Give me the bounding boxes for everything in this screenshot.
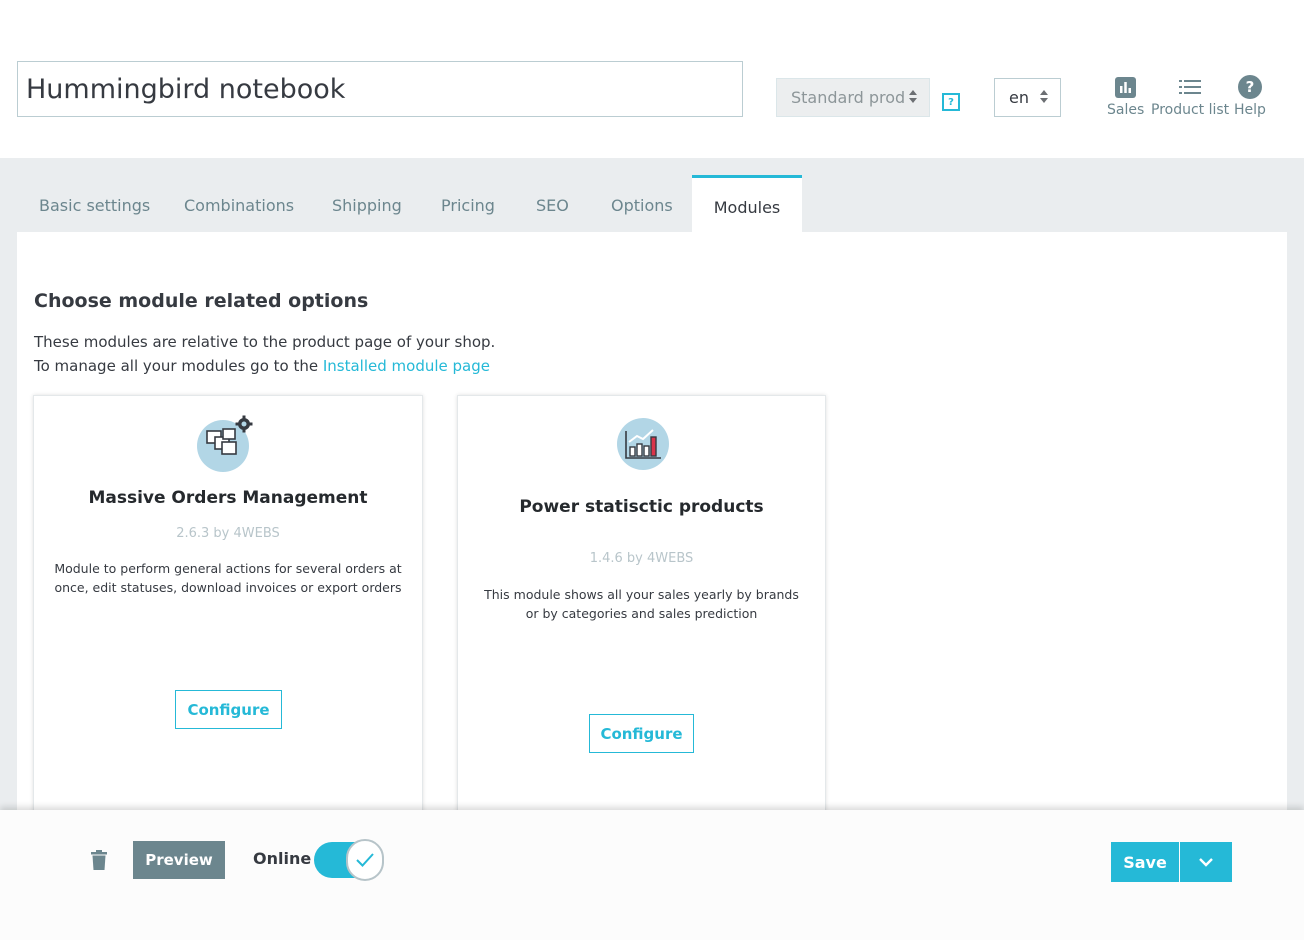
product-list-label: Product list (1151, 102, 1230, 118)
tab-options[interactable]: Options (611, 196, 673, 215)
sales-label: Sales (1107, 102, 1145, 118)
help-button[interactable]: ? Help (1234, 75, 1266, 118)
help-circle-icon: ? (1237, 75, 1262, 99)
save-button[interactable]: Save (1111, 842, 1179, 882)
sales-button[interactable]: Sales (1107, 76, 1144, 118)
tab-shipping[interactable]: Shipping (332, 196, 402, 215)
svg-text:?: ? (1246, 78, 1255, 96)
product-header: Hummingbird notebook Standard prod ? en … (0, 0, 1304, 158)
bar-chart-icon (617, 418, 669, 470)
tab-pricing[interactable]: Pricing (441, 196, 495, 215)
manage-text-prefix: To manage all your modules go to the (34, 357, 323, 375)
product-name-input[interactable]: Hummingbird notebook (17, 61, 743, 117)
module-description: Module to perform general actions for se… (54, 561, 402, 595)
modules-manage-text: To manage all your modules go to the Ins… (34, 357, 490, 375)
product-type-value: Standard prod (791, 88, 906, 107)
online-label: Online (253, 849, 312, 868)
configure-button[interactable]: Configure (589, 714, 694, 753)
boxes-gear-icon (197, 415, 253, 472)
tab-seo[interactable]: SEO (536, 196, 569, 215)
save-options-button[interactable] (1180, 842, 1232, 882)
tab-modules[interactable]: Modules (692, 175, 802, 233)
module-card: Massive Orders Management 2.6.3 by 4WEBS… (33, 395, 423, 815)
module-card: Power statisctic products 1.4.6 by 4WEBS… (457, 395, 826, 815)
check-icon (356, 853, 374, 867)
installed-modules-link[interactable]: Installed module page (323, 357, 490, 375)
section-title: Choose module related options (34, 290, 369, 312)
list-icon (1179, 76, 1202, 98)
product-type-help-icon[interactable]: ? (942, 93, 960, 111)
trash-icon[interactable] (91, 850, 107, 870)
stats-icon (1115, 76, 1137, 98)
tab-basic-settings[interactable]: Basic settings (39, 196, 150, 215)
select-arrows-icon (909, 90, 917, 106)
toggle-knob[interactable] (346, 839, 384, 881)
language-value: en (1009, 88, 1029, 107)
language-select[interactable]: en (994, 78, 1061, 117)
configure-button[interactable]: Configure (175, 690, 282, 729)
module-description: This module shows all your sales yearly … (484, 587, 799, 621)
modules-description: These modules are relative to the produc… (34, 333, 496, 351)
chevron-down-icon (1199, 857, 1213, 867)
product-list-button[interactable]: Product list (1151, 76, 1229, 118)
tab-combinations[interactable]: Combinations (184, 196, 294, 215)
module-name: Massive Orders Management (88, 488, 368, 508)
module-name: Power statisctic products (519, 497, 764, 517)
product-type-select[interactable]: Standard prod (776, 78, 930, 117)
help-label: Help (1234, 102, 1266, 118)
select-arrows-icon (1040, 90, 1048, 106)
module-version: 1.4.6 by 4WEBS (589, 551, 694, 566)
module-version: 2.6.3 by 4WEBS (176, 526, 280, 541)
preview-button[interactable]: Preview (133, 841, 225, 879)
